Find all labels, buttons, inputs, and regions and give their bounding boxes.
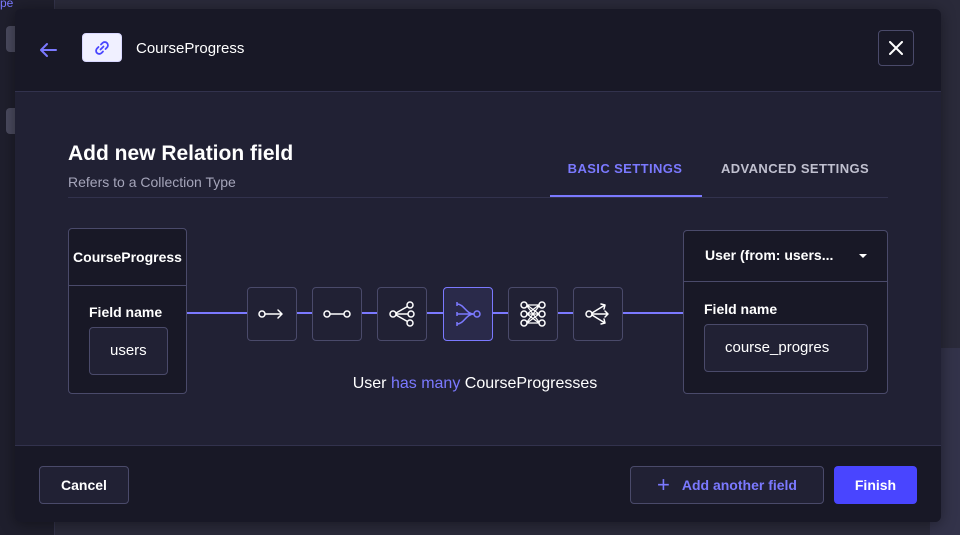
finish-button[interactable]: Finish: [834, 466, 917, 504]
relation-one-to-many-button[interactable]: [377, 287, 427, 341]
plus-icon: +: [657, 472, 670, 497]
many-way-icon: [585, 303, 609, 325]
link-icon: [95, 40, 109, 55]
relation-modal: CourseProgress Add new Relation field Re…: [15, 9, 941, 522]
close-button[interactable]: [878, 30, 914, 66]
arrow-left-icon: [40, 43, 57, 57]
relation-type-text: has many: [390, 375, 461, 392]
relation-many-way-button[interactable]: [573, 287, 623, 341]
active-tab-indicator: [550, 195, 702, 197]
back-button[interactable]: [37, 39, 59, 61]
page-title: Add new Relation field: [68, 142, 294, 165]
relation-many-to-many-button[interactable]: [508, 287, 558, 341]
tab-advanced-settings[interactable]: ADVANCED SETTINGS: [715, 161, 875, 176]
many-to-one-icon: [456, 302, 481, 326]
one-to-one-icon: [323, 310, 351, 318]
target-field-name-input[interactable]: course_progres: [704, 324, 868, 372]
source-collection-box: CourseProgress Field name users: [68, 228, 187, 394]
background-link: pe: [0, 0, 14, 10]
target-collection-value: User (from: users...: [705, 247, 834, 263]
source-collection-header: CourseProgress: [69, 229, 186, 286]
source-collection-name: CourseProgress: [73, 249, 182, 265]
modal-footer: Cancel + Add another field Finish: [15, 445, 941, 522]
source-field-label: Field name: [89, 304, 163, 320]
close-icon: [889, 41, 903, 55]
one-way-icon: [258, 309, 283, 319]
many-to-many-icon: [520, 301, 546, 327]
add-another-field-label: Add another field: [681, 477, 797, 493]
target-field-label: Field name: [704, 301, 778, 317]
target-collection-box: User (from: users... Field name course_p…: [683, 230, 888, 394]
relation-many-to-one-button[interactable]: [443, 287, 493, 341]
relation-type-badge: [82, 33, 122, 62]
tab-basic-settings[interactable]: BASIC SETTINGS: [550, 161, 700, 176]
source-field-name-input[interactable]: users: [89, 327, 168, 375]
target-collection-select[interactable]: User (from: users...: [684, 231, 887, 282]
relation-one-way-button[interactable]: [247, 287, 297, 341]
relation-target-name: CourseProgresses: [464, 375, 598, 392]
relation-one-to-one-button[interactable]: [312, 287, 362, 341]
one-to-many-icon: [389, 301, 415, 327]
header-title: CourseProgress: [136, 40, 245, 57]
relation-description: User has many CourseProgresses: [315, 375, 635, 393]
cancel-button[interactable]: Cancel: [39, 466, 129, 504]
relation-source-name: User: [352, 375, 387, 392]
modal-header: CourseProgress: [15, 9, 941, 92]
add-another-field-button[interactable]: + Add another field: [630, 466, 824, 504]
page-subtitle: Refers to a Collection Type: [68, 174, 236, 190]
caret-down-icon: [859, 254, 867, 258]
tabs-divider: [68, 197, 888, 198]
